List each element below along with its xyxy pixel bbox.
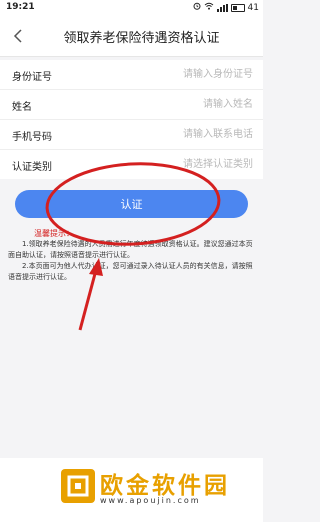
form-row-phone: 手机号码 xyxy=(0,120,263,150)
tip-item-2: 2.本页面可为他人代办认证，您可通过录入待认证人员的有关信息，请按照语音提示进行… xyxy=(8,262,253,281)
watermark-logo-icon xyxy=(61,469,95,503)
status-bar: 19:21 41 xyxy=(0,0,263,16)
id-number-label: 身份证号 xyxy=(12,72,52,83)
form-row-category: 认证类别 xyxy=(0,150,263,179)
category-select[interactable] xyxy=(113,155,253,173)
name-input[interactable] xyxy=(113,95,253,113)
name-label: 姓名 xyxy=(12,102,32,113)
battery-level: 41 xyxy=(247,2,259,13)
phone-input[interactable] xyxy=(113,125,253,143)
tip-item-1: 1.领取养老保险待遇的人员需进行年度待遇领取资格认证。建议您通过本页面自助认证，… xyxy=(8,240,253,259)
page-title: 领取养老保险待遇资格认证 xyxy=(63,31,220,46)
form-row-id-number: 身份证号 xyxy=(0,60,263,90)
battery-icon xyxy=(230,3,245,12)
app-screen: 19:21 41 领取养老保险待遇资格认证 身份证号 请输入身份证号 姓名 请输… xyxy=(0,0,263,522)
id-number-input[interactable] xyxy=(113,65,253,83)
tips-title: 温馨提示： xyxy=(34,229,74,238)
wifi-icon xyxy=(204,2,214,13)
verification-form: 身份证号 姓名 手机号码 认证类别 xyxy=(0,60,263,179)
chevron-left-icon xyxy=(13,29,22,43)
alarm-icon xyxy=(193,2,201,13)
form-row-name: 姓名 xyxy=(0,90,263,120)
back-button[interactable] xyxy=(6,22,30,50)
status-icons: 41 xyxy=(193,2,259,13)
verify-button[interactable]: 认证 xyxy=(15,190,248,218)
nav-bar: 领取养老保险待遇资格认证 xyxy=(0,16,263,57)
tips-section: 温馨提示： 1.领取养老保险待遇的人员需进行年度待遇领取资格认证。建议您通过本页… xyxy=(8,228,258,283)
watermark-url: www.apoujin.com xyxy=(100,496,201,505)
watermark-name: 欧金软件园 xyxy=(100,473,230,499)
status-time: 19:21 xyxy=(6,2,35,12)
phone-label: 手机号码 xyxy=(12,132,52,143)
watermark-banner: 欧金软件园 www.apoujin.com xyxy=(0,458,263,522)
signal-icon xyxy=(216,3,228,12)
category-label: 认证类别 xyxy=(12,162,52,173)
